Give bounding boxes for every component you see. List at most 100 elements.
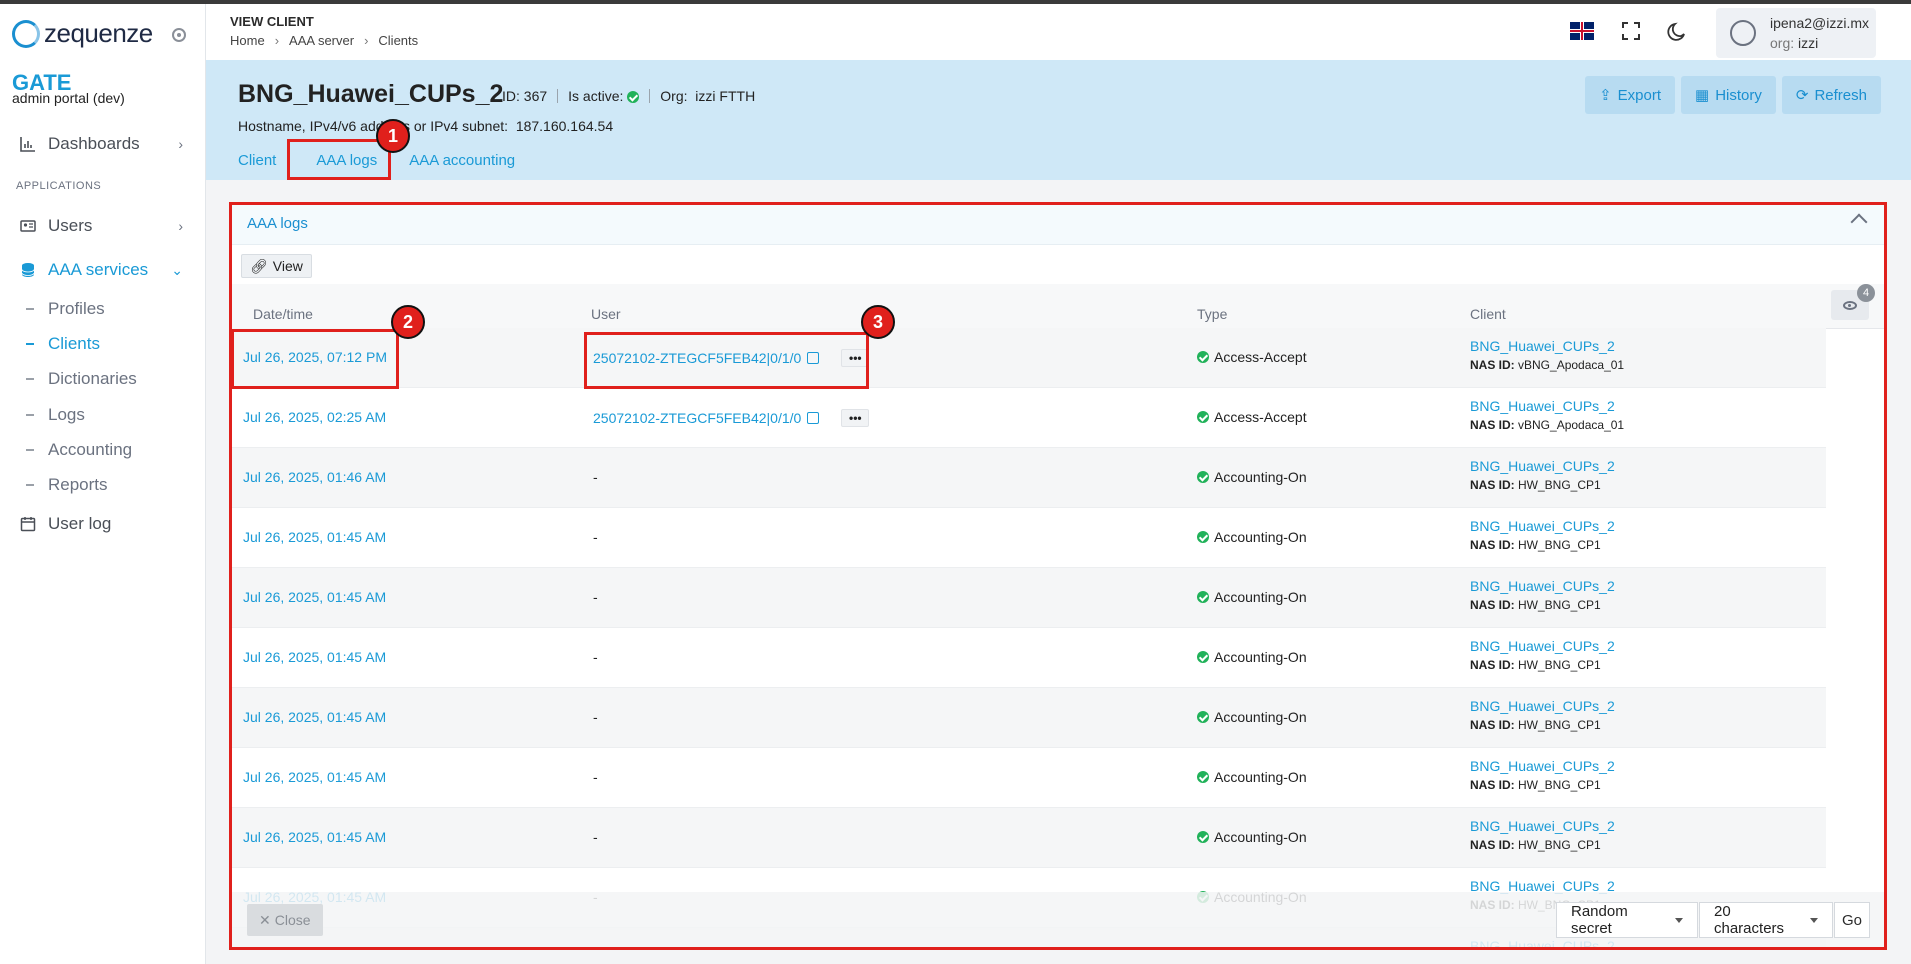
column-visibility-button[interactable]: 4 <box>1831 284 1875 320</box>
sidebar-subitem-accounting[interactable]: Accounting <box>26 435 132 465</box>
column-header-datetime[interactable]: Date/time <box>253 306 313 322</box>
export-button[interactable]: ⇪ Export <box>1585 76 1676 114</box>
type-label: Access-Accept <box>1214 409 1307 425</box>
breadcrumb-clients[interactable]: Clients <box>378 33 418 48</box>
type-label: Accounting-On <box>1214 649 1307 665</box>
sidebar-item-aaa-services[interactable]: AAA services ⌄ <box>0 252 205 288</box>
datetime-link[interactable]: Jul 26, 2025, 01:45 AM <box>243 529 386 545</box>
client-cell: BNG_Huawei_CUPs_2 NAS ID: HW_BNG_CP1 <box>1470 818 1615 852</box>
more-options-button[interactable]: ••• <box>841 349 870 367</box>
client-link[interactable]: BNG_Huawei_CUPs_2 <box>1470 638 1615 654</box>
client-tabs: Client AAA logs AAA accounting <box>238 152 523 169</box>
client-link[interactable]: BNG_Huawei_CUPs_2 <box>1470 578 1615 594</box>
client-cell: BNG_Huawei_CUPs_2 NAS ID: HW_BNG_CP1 <box>1470 578 1615 612</box>
uk-flag-icon[interactable] <box>1570 22 1594 40</box>
nas-id: NAS ID: HW_BNG_CP1 <box>1470 658 1601 672</box>
close-icon: ✕ <box>259 911 271 928</box>
type-cell: Accounting-On <box>1197 649 1307 665</box>
datetime-link[interactable]: Jul 26, 2025, 01:45 AM <box>243 709 386 725</box>
eye-icon <box>1843 301 1857 310</box>
history-button[interactable]: ▦ History <box>1681 76 1776 114</box>
more-options-button[interactable]: ••• <box>841 409 870 427</box>
view-button[interactable]: 🔗︎ View <box>241 254 312 278</box>
sidebar-item-label: User log <box>48 514 112 533</box>
secret-type-select[interactable]: Random secret <box>1556 902 1698 938</box>
aaa-logs-panel: AAA logs 🔗︎ View Date/time User Type Clie… <box>231 204 1885 948</box>
nas-id: NAS ID: HW_BNG_CP1 <box>1470 778 1601 792</box>
chart-icon <box>20 137 35 152</box>
client-link[interactable]: BNG_Huawei_CUPs_2 <box>1470 398 1624 414</box>
tab-aaa-accounting[interactable]: AAA accounting <box>401 152 523 169</box>
column-header-user[interactable]: User <box>591 306 621 322</box>
client-link[interactable]: BNG_Huawei_CUPs_2 <box>1470 338 1624 354</box>
sidebar-subitem-logs[interactable]: Logs <box>26 400 85 430</box>
breadcrumb-aaa-server[interactable]: AAA server <box>289 33 354 48</box>
dark-mode-moon-icon[interactable] <box>1666 20 1688 42</box>
sidebar-subitem-dictionaries[interactable]: Dictionaries <box>26 364 137 394</box>
upload-icon: ⇪ <box>1599 87 1612 104</box>
sidebar-subitem-profiles[interactable]: Profiles <box>26 294 105 324</box>
breadcrumb-separator: › <box>364 33 369 48</box>
sidebar-item-users[interactable]: Users › <box>0 208 205 244</box>
datetime-link[interactable]: Jul 26, 2025, 01:45 AM <box>243 589 386 605</box>
datetime-link[interactable]: Jul 26, 2025, 07:12 PM <box>243 349 387 365</box>
client-banner: BNG_Huawei_CUPs_2 ID: 367 Is active: Org… <box>206 60 1911 180</box>
datetime-link[interactable]: Jul 26, 2025, 01:46 AM <box>243 469 386 485</box>
user-link[interactable]: 25072102-ZTEGCF5FEB42|0/1/0 <box>593 350 801 366</box>
secret-length-select[interactable]: 20 characters <box>1699 902 1833 938</box>
type-label: Accounting-On <box>1214 529 1307 545</box>
table-row: Jul 26, 2025, 01:45 AM - Accounting-On B… <box>231 688 1826 748</box>
panel-header[interactable]: AAA logs <box>231 204 1885 245</box>
divider <box>557 89 559 103</box>
type-label: Accounting-On <box>1214 829 1307 845</box>
datetime-link[interactable]: Jul 26, 2025, 02:25 AM <box>243 409 386 425</box>
tab-aaa-logs[interactable]: AAA logs <box>308 152 385 169</box>
client-link[interactable]: BNG_Huawei_CUPs_2 <box>1470 458 1615 474</box>
client-link[interactable]: BNG_Huawei_CUPs_2 <box>1470 698 1615 714</box>
datetime-link[interactable]: Jul 26, 2025, 01:45 AM <box>243 769 386 785</box>
datetime-link[interactable]: Jul 26, 2025, 01:45 AM <box>243 829 386 845</box>
column-header-type[interactable]: Type <box>1197 306 1227 322</box>
user-cell: - <box>593 589 598 605</box>
user-link[interactable]: 25072102-ZTEGCF5FEB42|0/1/0 <box>593 410 801 426</box>
user-empty: - <box>593 709 598 725</box>
column-header-client[interactable]: Client <box>1470 306 1506 322</box>
chevron-up-icon[interactable] <box>1850 213 1868 231</box>
client-link[interactable]: BNG_Huawei_CUPs_2 <box>1470 758 1615 774</box>
link-icon: 🔗︎ <box>250 257 268 274</box>
breadcrumb-home[interactable]: Home <box>230 33 265 48</box>
sidebar-subitem-label: Accounting <box>48 440 133 459</box>
sidebar-item-dashboards[interactable]: Dashboards › <box>0 126 205 162</box>
bullet-dash <box>26 449 34 451</box>
sidebar-item-user-log[interactable]: User log <box>0 506 205 542</box>
refresh-button[interactable]: ⟳ Refresh <box>1781 76 1881 114</box>
type-cell: Accounting-On <box>1197 529 1307 545</box>
check-circle-icon <box>1197 591 1209 603</box>
sidebar-subitem-reports[interactable]: Reports <box>26 470 108 500</box>
client-name: BNG_Huawei_CUPs_2 <box>238 80 504 108</box>
tab-client[interactable]: Client <box>238 152 284 169</box>
user-menu[interactable]: ipena2@izzi.mx org: izzi <box>1716 8 1876 58</box>
table-row: Jul 26, 2025, 01:45 AM - Accounting-On B… <box>231 628 1826 688</box>
edit-icon[interactable] <box>807 412 820 424</box>
datetime-link[interactable]: Jul 26, 2025, 01:45 AM <box>243 649 386 665</box>
chevron-down-icon: ⌄ <box>171 261 183 278</box>
user-cell: - <box>593 529 598 545</box>
pin-sidebar-icon[interactable] <box>172 28 186 42</box>
go-button[interactable]: Go <box>1834 902 1870 938</box>
logo-icon <box>12 19 40 48</box>
nas-id: NAS ID: HW_BNG_CP1 <box>1470 538 1601 552</box>
type-cell: Accounting-On <box>1197 589 1307 605</box>
check-circle-icon <box>1197 771 1209 783</box>
type-label: Accounting-On <box>1214 469 1307 485</box>
close-button[interactable]: ✕ Close <box>247 904 323 936</box>
edit-icon[interactable] <box>807 352 820 364</box>
client-link[interactable]: BNG_Huawei_CUPs_2 <box>1470 518 1615 534</box>
id-card-icon <box>20 220 36 232</box>
calendar-icon <box>20 517 36 532</box>
client-cell: BNG_Huawei_CUPs_2 NAS ID: vBNG_Apodaca_0… <box>1470 398 1624 432</box>
sidebar-subitem-clients[interactable]: Clients <box>26 329 100 359</box>
client-link[interactable]: BNG_Huawei_CUPs_2 <box>1470 818 1615 834</box>
fullscreen-icon[interactable] <box>1620 20 1642 42</box>
table-body: Jul 26, 2025, 07:12 PM 25072102-ZTEGCF5F… <box>231 328 1826 948</box>
